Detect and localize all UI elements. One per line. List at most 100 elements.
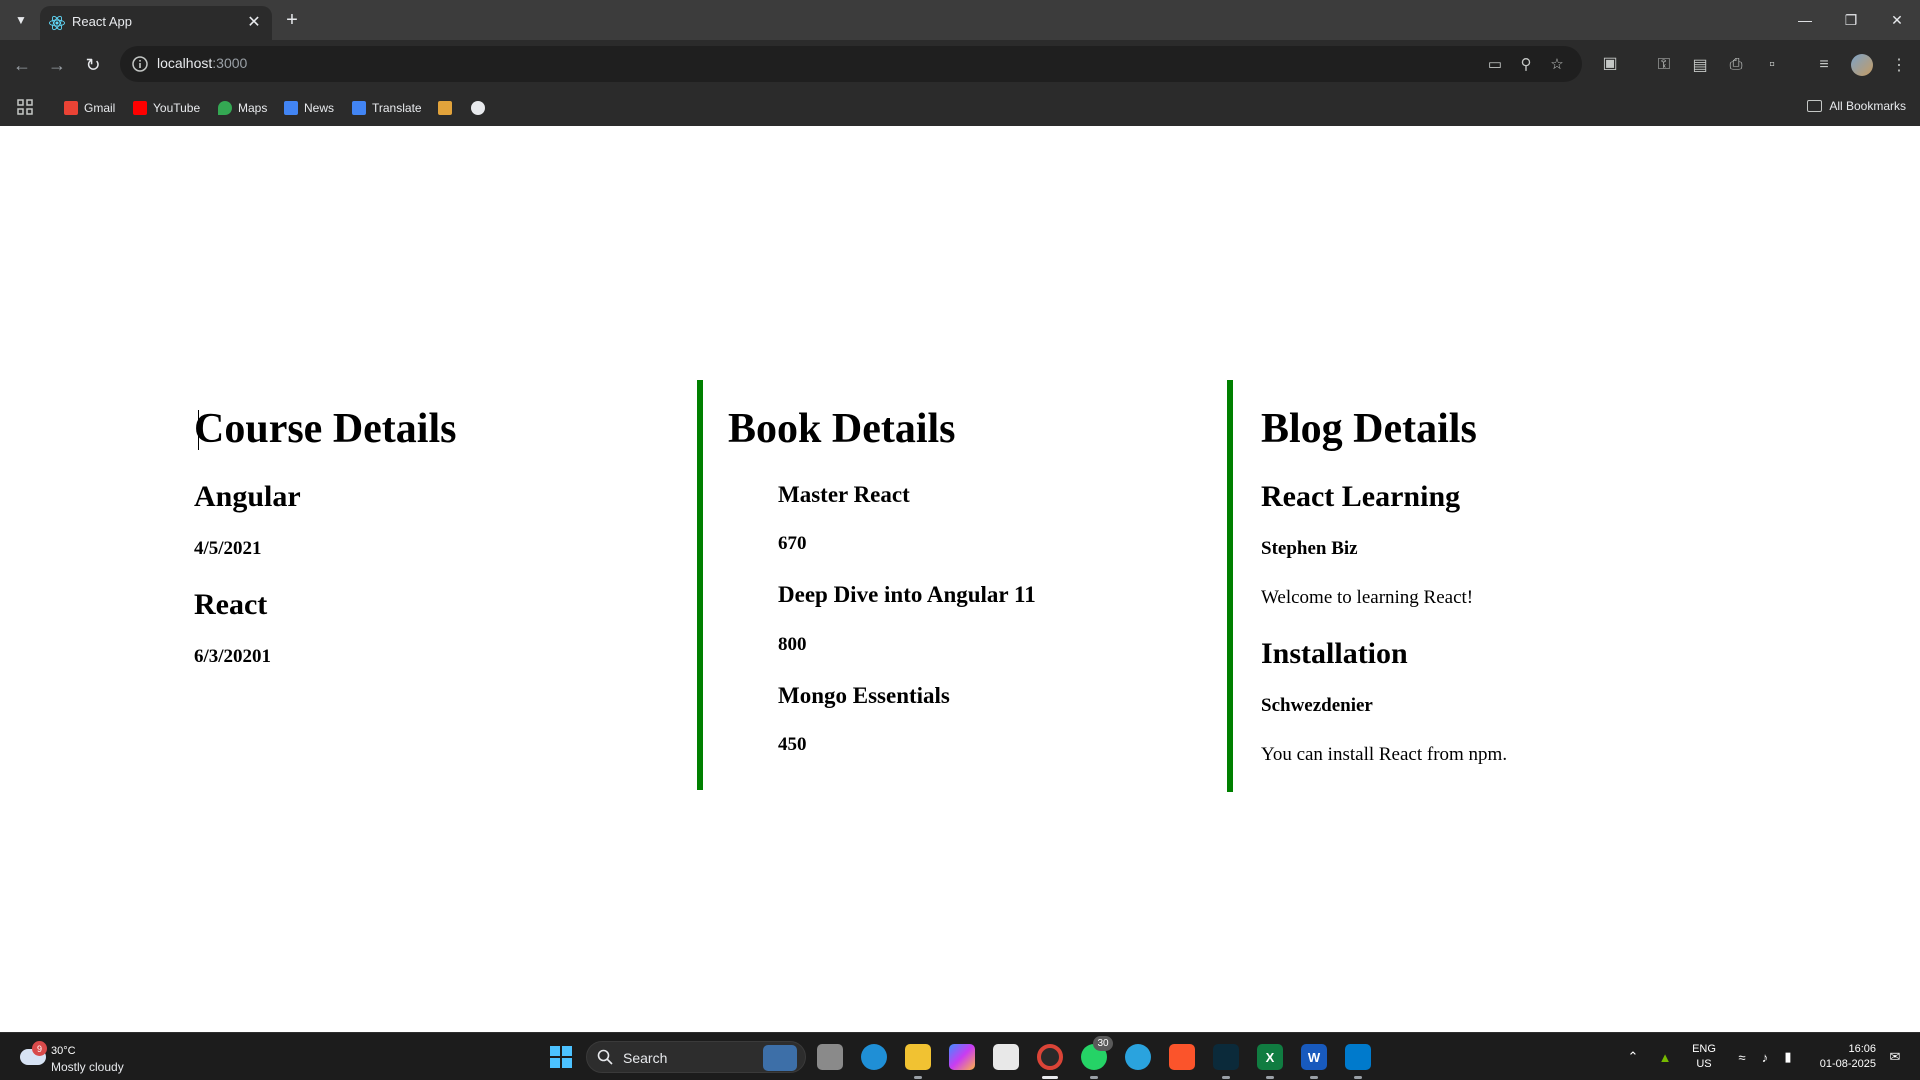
text-caret (198, 410, 199, 450)
weather-widget[interactable]: 9 30°C Mostly cloudy (16, 1041, 136, 1075)
payment-card-icon[interactable]: ▤ (1687, 52, 1713, 78)
translate-icon (352, 101, 366, 115)
bookmark-maps[interactable]: Maps (218, 99, 267, 117)
maps-icon (218, 101, 232, 115)
book-price: 450 (778, 733, 807, 755)
blog-details-section: Blog Details React Learning Stephen Biz … (1227, 380, 1787, 792)
news-icon (284, 101, 298, 115)
task-view-icon[interactable] (817, 1044, 843, 1070)
course-details-section: Course Details Angular 4/5/2021 React 6/… (194, 380, 694, 668)
search-icon (597, 1049, 613, 1065)
forward-arrow-icon[interactable]: → (42, 50, 72, 80)
weather-description: Mostly cloudy (51, 1060, 124, 1074)
store-icon[interactable] (993, 1044, 1019, 1070)
running-indicator (1354, 1076, 1362, 1079)
clock-date[interactable]: 01-08-2025 (1808, 1058, 1876, 1070)
more-menu-icon[interactable]: ⋮ (1886, 52, 1912, 78)
install-app-icon[interactable]: ▭ (1485, 54, 1505, 74)
excel-icon[interactable]: X (1257, 1044, 1283, 1070)
bookmark-star-icon[interactable]: ☆ (1547, 54, 1567, 74)
bookmark-youtube[interactable]: YouTube (133, 99, 200, 117)
blog-author: Schwezdenier (1261, 694, 1373, 716)
profile-avatar[interactable] (1851, 54, 1873, 76)
telegram-icon[interactable] (1125, 1044, 1151, 1070)
edge-icon[interactable] (861, 1044, 887, 1070)
bookmarks-bar: Gmail YouTube Maps News Translate All Bo… (0, 90, 1920, 126)
cast-icon[interactable]: ▫ (1759, 52, 1785, 78)
bookmark-news[interactable]: News (284, 99, 334, 117)
volume-icon[interactable]: ♪ (1756, 1048, 1774, 1066)
extensions-icon[interactable]: ▣ (1597, 50, 1623, 76)
word-icon[interactable]: W (1301, 1044, 1327, 1070)
print-icon[interactable]: ⎙ (1723, 52, 1749, 78)
bookmark-gmail[interactable]: Gmail (64, 99, 115, 117)
reading-list-icon[interactable]: ≡ (1811, 52, 1837, 78)
dev-tool-icon[interactable] (1213, 1044, 1239, 1070)
zoom-icon[interactable]: ⚲ (1516, 54, 1536, 74)
url-text[interactable]: localhost:3000 (157, 55, 247, 71)
running-indicator (1310, 1076, 1318, 1079)
wifi-icon[interactable]: ≈ (1733, 1048, 1751, 1066)
site-info-icon[interactable] (130, 54, 150, 74)
search-highlight-icon (763, 1045, 797, 1071)
active-app-indicator (1042, 1076, 1058, 1079)
book-price: 800 (778, 633, 807, 655)
reload-icon[interactable]: ↻ (78, 50, 108, 80)
page-content: Course Details Angular 4/5/2021 React 6/… (0, 126, 1920, 1032)
nvidia-icon[interactable]: ▲ (1656, 1048, 1674, 1066)
address-bar[interactable]: localhost:3000 ▭ ⚲ ☆ (120, 46, 1582, 82)
notification-bell-icon[interactable]: ✉ (1886, 1048, 1904, 1066)
weather-badge: 9 (32, 1041, 47, 1056)
tab-close-icon[interactable]: ✕ (244, 12, 264, 32)
bookmark-calendar[interactable] (438, 99, 452, 117)
book-name: Master React (778, 482, 910, 508)
bookmark-translate[interactable]: Translate (352, 99, 422, 117)
calendar-icon (438, 101, 452, 115)
book-item: Deep Dive into Angular 11 800 (778, 582, 1227, 655)
globe-icon (471, 101, 485, 115)
whatsapp-badge: 30 (1093, 1036, 1113, 1051)
youtube-icon (133, 101, 147, 115)
password-key-icon[interactable]: ⚿ (1651, 52, 1677, 78)
battery-icon[interactable]: ▮ (1779, 1048, 1797, 1066)
blog-item: Installation Schwezdenier You can instal… (1261, 637, 1787, 766)
language-code[interactable]: ENG (1690, 1043, 1718, 1055)
weather-temperature: 30°C (51, 1045, 76, 1057)
book-name: Deep Dive into Angular 11 (778, 582, 1036, 608)
chrome-icon[interactable] (1037, 1044, 1063, 1070)
taskbar-search-box[interactable]: Search (586, 1041, 806, 1073)
close-window-icon[interactable]: ✕ (1874, 0, 1920, 40)
running-indicator (1266, 1076, 1274, 1079)
apps-grid-icon[interactable] (16, 98, 34, 116)
course-date: 4/5/2021 (194, 538, 262, 560)
book-price: 670 (778, 533, 807, 555)
blog-title: React Learning (1261, 480, 1461, 514)
tab-react-app[interactable]: React App ✕ (40, 6, 272, 40)
book-details-heading: Book Details (728, 406, 956, 452)
course-item: React 6/3/20201 (194, 588, 694, 668)
all-bookmarks-button[interactable]: All Bookmarks (1807, 99, 1906, 113)
book-details-section: Book Details Master React 670 Deep Dive … (697, 380, 1227, 790)
minimize-icon[interactable]: — (1782, 0, 1828, 40)
new-tab-icon[interactable]: + (280, 8, 304, 32)
tab-search-chevron-icon[interactable]: ▼ (10, 9, 32, 31)
back-arrow-icon[interactable]: ← (7, 50, 37, 80)
book-item: Master React 670 (778, 482, 1227, 555)
book-name: Mongo Essentials (778, 682, 950, 708)
taskbar: 9 30°C Mostly cloudy Search 30 X W ⌃ ▲ E… (0, 1032, 1920, 1080)
clock-time[interactable]: 16:06 (1808, 1043, 1876, 1055)
vscode-icon[interactable] (1345, 1044, 1371, 1070)
course-details-heading: Course Details (194, 406, 457, 452)
browser-toolbar: ← → ↻ localhost:3000 ▭ ⚲ ☆ ▣ ⚿ ▤ ⎙ ▫ ≡ ⋮… (0, 40, 1920, 126)
copilot-icon[interactable] (949, 1044, 975, 1070)
windows-start-icon[interactable] (548, 1044, 574, 1070)
tray-chevron-up-icon[interactable]: ⌃ (1624, 1048, 1642, 1066)
browser-tab-strip: ▼ React App ✕ + — ❐ ✕ (0, 0, 1920, 40)
brave-icon[interactable] (1169, 1044, 1195, 1070)
book-list: Master React 670 Deep Dive into Angular … (778, 482, 1227, 756)
blog-item: React Learning Stephen Biz Welcome to le… (1261, 480, 1787, 609)
language-region[interactable]: US (1690, 1058, 1718, 1070)
file-explorer-icon[interactable] (905, 1044, 931, 1070)
restore-icon[interactable]: ❐ (1828, 0, 1874, 40)
bookmark-globe[interactable] (471, 99, 485, 117)
